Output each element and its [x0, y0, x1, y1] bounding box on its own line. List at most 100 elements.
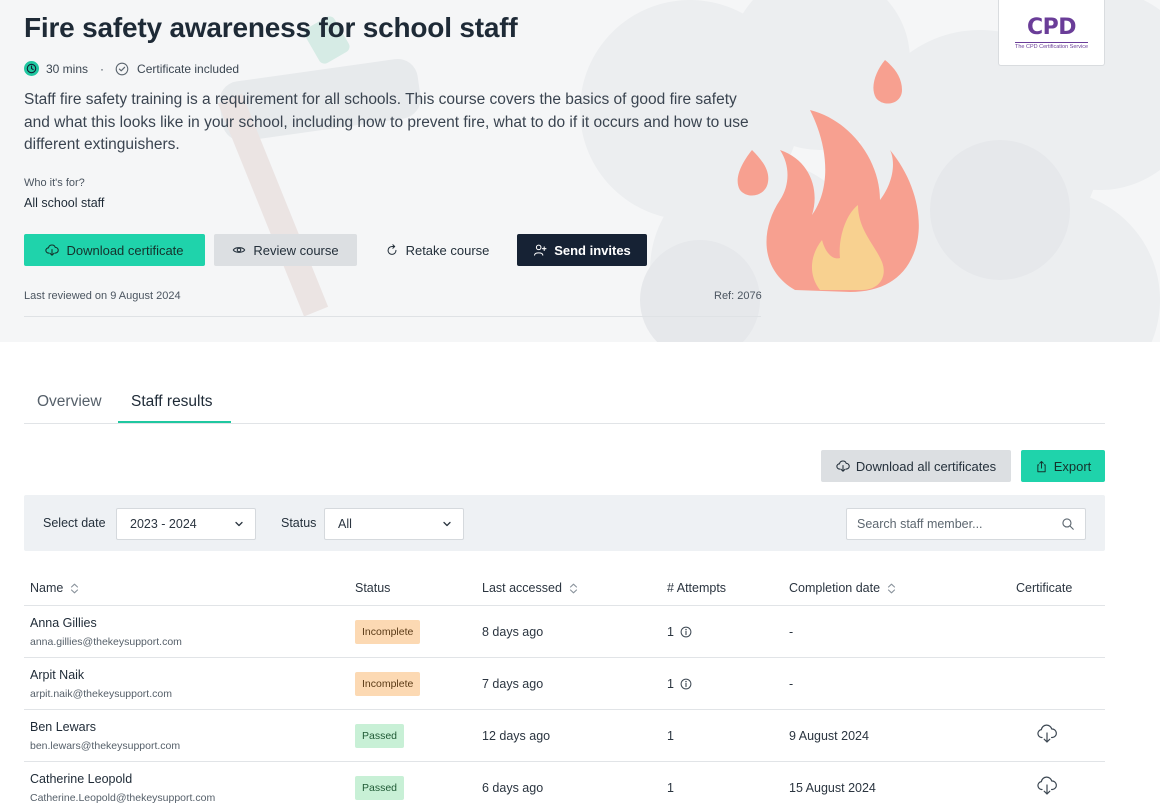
- column-name[interactable]: Name: [30, 581, 79, 595]
- download-certificate-label: Download certificate: [66, 242, 184, 258]
- send-invites-label: Send invites: [554, 242, 631, 258]
- cloud-download-icon: [45, 243, 60, 257]
- column-attempts: # Attempts: [667, 581, 726, 595]
- audience-value: All school staff: [24, 196, 105, 210]
- completion-date: -: [789, 625, 794, 639]
- column-completion-date-label: Completion date: [789, 581, 881, 595]
- staff-search: [846, 508, 1086, 540]
- staff-name: Arpit Naik: [30, 668, 85, 682]
- eye-icon: [232, 243, 246, 257]
- course-ref: Ref: 2076: [714, 290, 762, 302]
- certificate-check-icon: [115, 62, 129, 76]
- staff-email: Catherine.Leopold@thekeysupport.com: [30, 792, 216, 804]
- sort-icon[interactable]: [887, 583, 896, 594]
- course-tabs: Overview Staff results: [24, 380, 1105, 424]
- info-icon[interactable]: [680, 626, 692, 638]
- clock-icon: [24, 61, 39, 76]
- cloud-download-icon[interactable]: [1036, 724, 1058, 744]
- search-icon[interactable]: [1061, 517, 1075, 531]
- sort-icon[interactable]: [70, 583, 79, 594]
- download-certificate-button[interactable]: Download certificate: [24, 234, 205, 266]
- date-select[interactable]: 2023 - 2024: [116, 508, 256, 540]
- column-last-accessed[interactable]: Last accessed: [482, 581, 578, 595]
- status-badge: Incomplete: [355, 620, 421, 644]
- certificate-note: Certificate included: [137, 61, 240, 76]
- download-all-certificates-button[interactable]: Download all certificates: [821, 450, 1011, 482]
- review-course-button[interactable]: Review course: [214, 234, 357, 266]
- column-certificate: Certificate: [1016, 581, 1072, 595]
- table-row: Arpit Naik arpit.naik@thekeysupport.com …: [24, 658, 1105, 710]
- cpd-certification-logo: CPD The CPD Certification Service: [998, 0, 1105, 66]
- export-label: Export: [1053, 458, 1092, 474]
- status-badge: Passed: [355, 724, 405, 748]
- status-select-value: All: [338, 517, 352, 531]
- course-title: Fire safety awareness for school staff: [24, 12, 518, 43]
- table-row: Anna Gillies anna.gillies@thekeysupport.…: [24, 606, 1105, 658]
- staff-email: anna.gillies@thekeysupport.com: [30, 636, 182, 648]
- column-completion-date[interactable]: Completion date: [789, 581, 896, 595]
- status-badge: Passed: [355, 776, 405, 800]
- retake-course-label: Retake course: [405, 242, 490, 258]
- cpd-logo-subtitle: The CPD Certification Service: [1014, 41, 1089, 50]
- send-invites-button[interactable]: Send invites: [517, 234, 647, 266]
- tab-staff-results[interactable]: Staff results: [131, 393, 213, 411]
- staff-email: arpit.naik@thekeysupport.com: [30, 688, 172, 700]
- staff-results-table: Name Status Last accessed # Attempts Com…: [24, 570, 1105, 812]
- last-accessed: 6 days ago: [482, 781, 544, 795]
- last-accessed: 7 days ago: [482, 677, 544, 691]
- info-icon[interactable]: [680, 678, 692, 690]
- active-tab-indicator: [118, 421, 231, 423]
- retake-course-button[interactable]: Retake course: [381, 234, 493, 266]
- staff-email: ben.lewars@thekeysupport.com: [30, 740, 181, 752]
- cloud-download-icon[interactable]: [1036, 776, 1058, 796]
- chevron-down-icon: [234, 519, 244, 529]
- search-input[interactable]: [847, 509, 1047, 539]
- download-all-label: Download all certificates: [855, 458, 997, 474]
- share-export-icon: [1035, 460, 1048, 473]
- attempts-count: 1: [667, 781, 674, 795]
- column-status-label: Status: [355, 581, 391, 595]
- completion-date: 9 August 2024: [789, 729, 869, 743]
- date-select-value: 2023 - 2024: [130, 517, 197, 531]
- attempts: 1: [667, 729, 674, 743]
- column-certificate-label: Certificate: [1016, 581, 1073, 595]
- retake-icon: [385, 243, 399, 257]
- tab-overview[interactable]: Overview: [37, 393, 102, 411]
- meta-separator: ·: [100, 61, 105, 76]
- status-filter-label: Status: [281, 516, 317, 530]
- attempts: 1: [667, 781, 674, 795]
- course-description: Staff fire safety training is a requirem…: [24, 91, 749, 153]
- completion-date: 15 August 2024: [789, 781, 876, 795]
- status-badge: Incomplete: [355, 672, 421, 696]
- results-filters: Select date 2023 - 2024 Status All: [24, 495, 1105, 551]
- attempts: 1: [667, 625, 692, 639]
- staff-name: Catherine Leopold: [30, 772, 133, 786]
- completion-date: -: [789, 677, 794, 691]
- export-button[interactable]: Export: [1021, 450, 1105, 482]
- last-accessed: 12 days ago: [482, 729, 551, 743]
- audience-label: Who it's for?: [24, 177, 85, 189]
- column-last-accessed-label: Last accessed: [482, 581, 562, 595]
- staff-name: Anna Gillies: [30, 616, 97, 630]
- attempts: 1: [667, 677, 692, 691]
- hero-divider: [24, 316, 761, 317]
- course-hero: Fire safety awareness for school staff 3…: [0, 0, 1160, 342]
- chevron-down-icon: [442, 519, 452, 529]
- attempts-count: 1: [667, 625, 674, 639]
- column-status: Status: [355, 581, 390, 595]
- column-name-label: Name: [30, 581, 64, 595]
- last-accessed: 8 days ago: [482, 625, 544, 639]
- table-header: Name Status Last accessed # Attempts Com…: [24, 570, 1105, 606]
- sort-icon[interactable]: [569, 583, 578, 594]
- attempts-count: 1: [667, 677, 674, 691]
- course-duration: 30 mins: [46, 61, 89, 76]
- attempts-count: 1: [667, 729, 674, 743]
- status-select[interactable]: All: [324, 508, 464, 540]
- review-course-label: Review course: [253, 242, 339, 258]
- staff-name: Ben Lewars: [30, 720, 97, 734]
- table-row: Ben Lewars ben.lewars@thekeysupport.com …: [24, 710, 1105, 762]
- cloud-download-icon: [836, 459, 850, 473]
- column-attempts-label: # Attempts: [667, 581, 727, 595]
- cpd-logo-text: CPD: [1026, 14, 1077, 40]
- date-filter-label: Select date: [43, 516, 106, 530]
